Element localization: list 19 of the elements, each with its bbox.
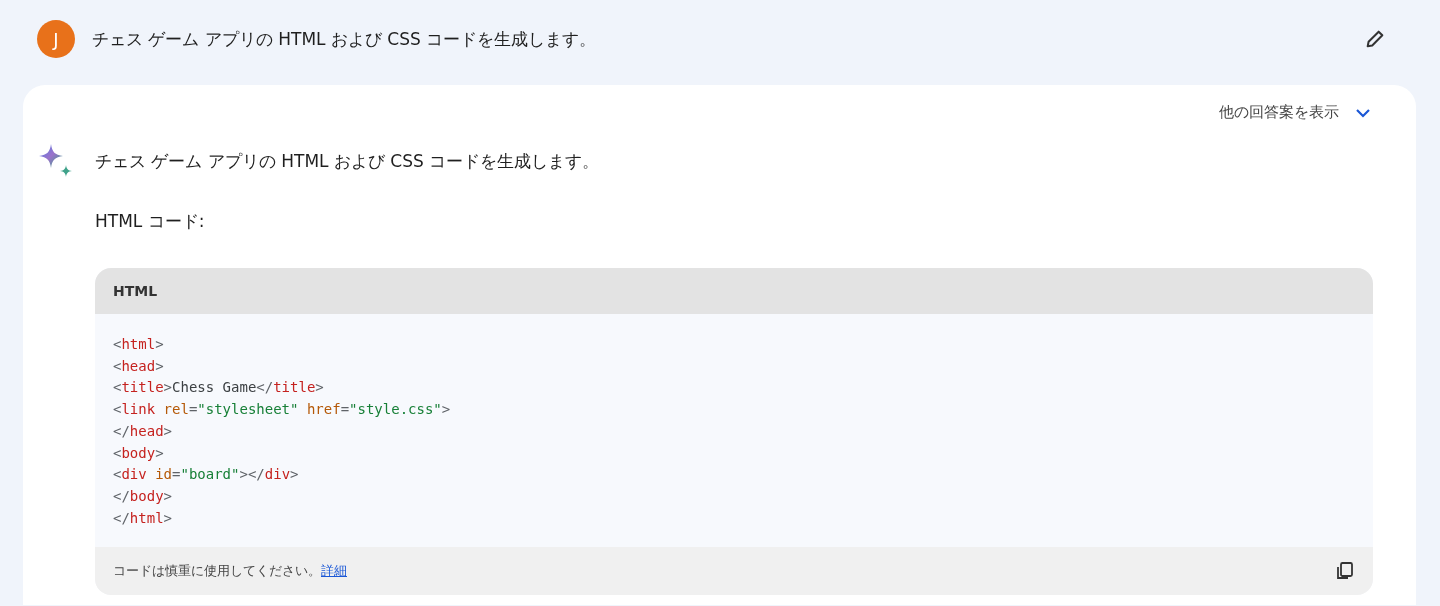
section-heading: HTML コード: bbox=[95, 210, 206, 233]
code-line: </html> bbox=[113, 508, 173, 528]
code-line: <html> bbox=[113, 335, 165, 354]
code-line: </head> bbox=[113, 421, 173, 441]
response-text: チェス ゲーム アプリの HTML および CSS コードを生成します。 bbox=[95, 149, 600, 173]
details-link[interactable]: 詳細 bbox=[321, 563, 347, 579]
code-line: </body> bbox=[113, 486, 173, 506]
code-line: <div id="board"></div> bbox=[113, 465, 300, 485]
prompt-text: チェス ゲーム アプリの HTML および CSS コードを生成します。 bbox=[92, 27, 598, 51]
user-avatar: J bbox=[37, 20, 75, 58]
copy-icon[interactable] bbox=[1335, 561, 1355, 582]
edit-icon[interactable] bbox=[1364, 28, 1386, 50]
code-line: <link rel="stylesheet" href="style.css"> bbox=[113, 400, 452, 420]
code-notice: コードは慎重に使用してください。詳細 bbox=[113, 562, 347, 581]
code-language-label: HTML bbox=[95, 268, 1373, 314]
code-line: <head> bbox=[113, 356, 165, 376]
code-line: <title>Chess Game</title> bbox=[113, 378, 325, 398]
code-line: <body> bbox=[113, 443, 165, 463]
show-drafts-button[interactable]: 他の回答案を表示 bbox=[1219, 99, 1339, 126]
